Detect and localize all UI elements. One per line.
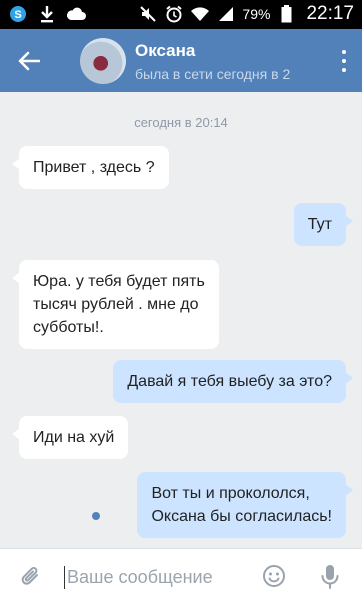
message-incoming[interactable]: Юра. у тебя будет пять тысяч рублей . мн… <box>12 260 219 349</box>
arrow-left-icon[interactable] <box>14 46 44 76</box>
message-composer: Ваше сообщение <box>0 548 362 604</box>
message-incoming[interactable]: Привет , здесь ? <box>12 146 169 189</box>
clock: 22:17 <box>306 3 354 24</box>
message-text: Иди на хуй <box>33 429 115 446</box>
message-text: Давай я тебя выебу за это? <box>127 373 332 390</box>
battery-icon <box>276 4 296 24</box>
unread-indicator <box>92 512 100 520</box>
chat-header: Оксана была в сети сегодня в 2 <box>0 29 362 92</box>
battery-percent: 79% <box>242 6 271 22</box>
status-bar: S 79% 22:17 <box>0 0 362 29</box>
text-cursor <box>64 566 65 589</box>
svg-text:S: S <box>14 9 21 21</box>
download-icon <box>37 4 57 24</box>
cloud-icon <box>66 4 86 24</box>
skype-icon: S <box>8 4 28 24</box>
contact-name[interactable]: Оксана <box>135 41 195 61</box>
microphone-icon[interactable] <box>320 564 340 595</box>
message-text: Юра. у тебя будет пять <box>33 273 205 290</box>
avatar[interactable] <box>80 38 126 84</box>
message-outgoing[interactable]: Вот ты и прокололся, Оксана бы согласила… <box>137 472 353 538</box>
message-outgoing[interactable]: Тут <box>293 203 354 246</box>
signal-icon <box>216 4 236 24</box>
message-text: Вот ты и прокололся, <box>151 485 310 502</box>
message-text: Оксана бы согласилась! <box>151 508 332 525</box>
message-text: Привет , здесь ? <box>33 159 155 176</box>
message-text: Тут <box>307 216 332 233</box>
message-incoming[interactable]: Иди на хуй <box>11 416 129 459</box>
message-input[interactable]: Ваше сообщение <box>67 567 213 588</box>
wifi-icon <box>190 4 210 24</box>
mute-icon <box>138 4 158 24</box>
paperclip-icon[interactable] <box>20 565 42 594</box>
date-separator: сегодня в 20:14 <box>134 115 228 130</box>
message-text: субботы!. <box>33 319 104 336</box>
smiley-icon[interactable] <box>262 564 286 593</box>
last-seen-status: была в сети сегодня в 2 <box>135 66 291 82</box>
alarm-icon <box>164 4 184 24</box>
more-vertical-icon[interactable] <box>340 50 348 72</box>
message-text: тысяч рублей . мне до <box>33 296 199 313</box>
message-outgoing[interactable]: Давай я тебя выебу за это? <box>113 360 353 403</box>
